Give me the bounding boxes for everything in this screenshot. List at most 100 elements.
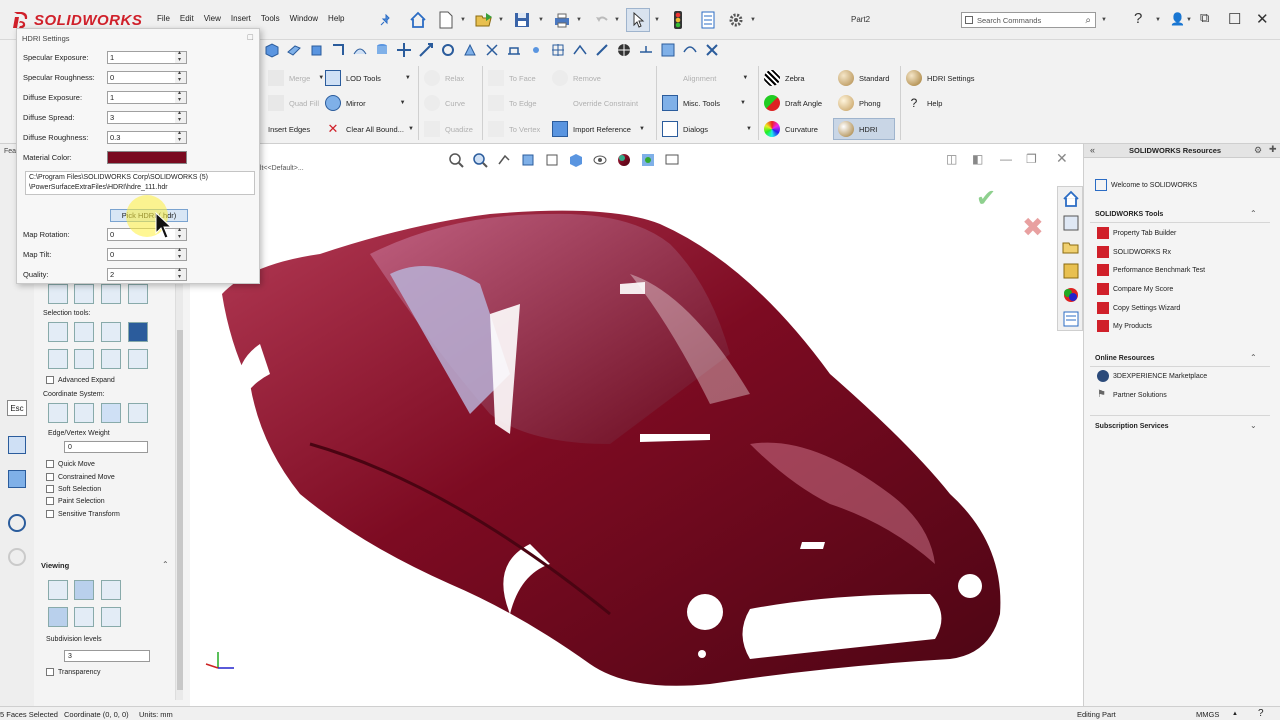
options-dropdown-icon[interactable]: ▼ — [750, 17, 756, 23]
map-tilt-spinner[interactable] — [175, 246, 187, 261]
viewport-restore-icon[interactable]: ❐ — [1026, 152, 1037, 166]
menu-help[interactable]: Help — [323, 14, 349, 23]
coord-local-icon[interactable] — [74, 403, 94, 423]
cmd-to-vertex[interactable]: To Vertex — [488, 120, 540, 138]
quick-move-checkbox[interactable]: Quick Move — [46, 460, 95, 468]
tp-property-tab-builder[interactable]: Property Tab Builder — [1097, 227, 1176, 239]
smooth-icon[interactable] — [680, 40, 700, 60]
confirm-cancel-icon[interactable]: ✖ — [1022, 212, 1044, 243]
subdivide-icon[interactable] — [658, 40, 678, 60]
tp-compare-score[interactable]: Compare My Score — [1097, 283, 1173, 295]
section-view-icon[interactable] — [518, 150, 538, 170]
surface-icon[interactable] — [350, 40, 370, 60]
select-faces-icon[interactable] — [48, 322, 68, 342]
refresh-icon[interactable] — [8, 514, 26, 532]
cmd-zebra[interactable]: Zebra — [764, 69, 805, 87]
task-pane-expand-icon[interactable]: « — [1090, 145, 1095, 155]
hdri-close-icon[interactable]: □ — [248, 32, 253, 42]
tp-3dexperience-marketplace[interactable]: 3DEXPERIENCE Marketplace — [1097, 370, 1207, 382]
tool-a-icon[interactable] — [8, 470, 26, 488]
print-icon[interactable] — [550, 8, 574, 32]
cmd-override-constraint[interactable]: Override Constraint — [552, 94, 638, 112]
viewport-split-icon[interactable]: ◫ — [946, 152, 957, 166]
open-icon[interactable] — [472, 8, 496, 32]
menu-window[interactable]: Window — [285, 14, 323, 23]
new-document-icon[interactable] — [434, 8, 458, 32]
undo-dropdown-icon[interactable]: ▼ — [614, 17, 620, 23]
property-manager-scrollbar[interactable] — [175, 280, 183, 700]
select-icon[interactable] — [626, 8, 650, 32]
tab-home-icon[interactable] — [1061, 189, 1081, 209]
cmd-help[interactable]: ? Help — [906, 94, 943, 112]
select-all-icon[interactable] — [128, 322, 148, 342]
viewport-split2-icon[interactable]: ◧ — [972, 152, 983, 166]
diffuse-roughness-spinner[interactable] — [175, 129, 187, 144]
feature-tab-label[interactable]: Fea — [4, 148, 16, 155]
sensitive-transform-checkbox[interactable]: Sensitive Transform — [46, 510, 120, 518]
feature-tree-flyout[interactable]: ult<<Default>... — [256, 165, 304, 172]
cmd-remove[interactable]: Remove — [552, 69, 601, 87]
cmd-hdri-active[interactable]: HDRI — [833, 118, 895, 140]
undo-icon[interactable] — [590, 8, 614, 32]
view-smooth-icon[interactable] — [74, 580, 94, 600]
maximize-icon[interactable]: ☐ — [1228, 10, 1241, 28]
tp-section-online[interactable]: Online Resources — [1095, 355, 1155, 362]
help-icon[interactable]: ? — [1134, 10, 1142, 27]
cmd-phong[interactable]: Phong — [838, 94, 881, 112]
viewport-minimize-icon[interactable]: — — [1000, 152, 1012, 166]
menu-file[interactable]: File — [152, 14, 175, 23]
print-dropdown-icon[interactable]: ▼ — [576, 17, 582, 23]
diffuse-exposure-spinner[interactable] — [175, 89, 187, 104]
view-eye-points-icon[interactable] — [101, 607, 121, 627]
soft-selection-checkbox[interactable]: Soft Selection — [46, 485, 101, 493]
tp-welcome[interactable]: Welcome to SOLIDWORKS — [1095, 179, 1197, 191]
tp-section-tools[interactable]: SOLIDWORKS Tools — [1095, 211, 1163, 218]
tab-view-palette-icon[interactable] — [1061, 261, 1081, 281]
rotate-icon[interactable] — [438, 40, 458, 60]
cmd-lod-tools[interactable]: LOD Tools ▼ — [325, 69, 411, 87]
map-rotation-spinner[interactable] — [175, 226, 187, 241]
cube-icon[interactable] — [306, 40, 326, 60]
loop-selection-icon[interactable] — [101, 349, 121, 369]
transparency-checkbox[interactable]: Transparency — [46, 668, 101, 676]
tp-tools-collapse-icon[interactable]: ⌃ — [1250, 209, 1257, 218]
view-box-icon[interactable] — [101, 580, 121, 600]
tp-solidworks-rx[interactable]: SOLIDWORKS Rx — [1097, 246, 1171, 258]
sphere-icon[interactable] — [614, 40, 634, 60]
appearance-icon[interactable] — [614, 150, 634, 170]
menu-tools[interactable]: Tools — [256, 14, 285, 23]
cmd-clear-all-boundaries[interactable]: ✕ Clear All Bound... ▼ — [325, 120, 414, 138]
cmd-to-edge[interactable]: To Edge — [488, 94, 537, 112]
tilt-icon[interactable] — [592, 40, 612, 60]
ring-selection-icon[interactable] — [128, 349, 148, 369]
unit-system-dropdown-icon[interactable]: ▲ — [1232, 711, 1238, 717]
tp-section-subscription[interactable]: Subscription Services — [1095, 423, 1169, 430]
cmd-curve[interactable]: Curve — [424, 94, 465, 112]
grow-selection-icon[interactable] — [48, 349, 68, 369]
task-pane-settings-icon[interactable]: ⚙ — [1254, 145, 1262, 156]
tab-file-explorer-icon[interactable] — [1061, 237, 1081, 257]
cmd-to-face[interactable]: To Face — [488, 69, 536, 87]
face-icon[interactable] — [328, 40, 348, 60]
cmd-relax[interactable]: Relax — [424, 69, 464, 87]
coord-global-icon[interactable] — [48, 403, 68, 423]
view-eye-icon[interactable] — [74, 607, 94, 627]
cmd-hdri-settings[interactable]: HDRI Settings — [906, 69, 975, 87]
tab-appearances-icon[interactable] — [1061, 285, 1081, 305]
options-gear-icon[interactable] — [724, 8, 748, 32]
cylinder-icon[interactable] — [372, 40, 392, 60]
tp-copy-settings[interactable]: Copy Settings Wizard — [1097, 302, 1180, 314]
view-wire-icon[interactable] — [48, 580, 68, 600]
save-dropdown-icon[interactable]: ▼ — [538, 17, 544, 23]
viewing-section-header[interactable]: Viewing — [41, 561, 69, 570]
cmd-dialogs[interactable]: Dialogs ▼ — [662, 120, 752, 138]
user-dropdown-icon[interactable]: ▼ — [1186, 17, 1192, 23]
box-icon[interactable] — [262, 40, 282, 60]
car-body-model[interactable] — [190, 144, 1083, 706]
cmd-insert-edges[interactable]: Insert Edges — [268, 120, 310, 138]
cmd-draft-angle[interactable]: Draft Angle — [764, 94, 822, 112]
save-icon[interactable] — [510, 8, 534, 32]
esc-button[interactable]: Esc — [7, 400, 27, 416]
edge-vertex-weight-field[interactable]: 0 — [64, 441, 148, 453]
cmd-quadize[interactable]: Quadize — [424, 120, 473, 138]
